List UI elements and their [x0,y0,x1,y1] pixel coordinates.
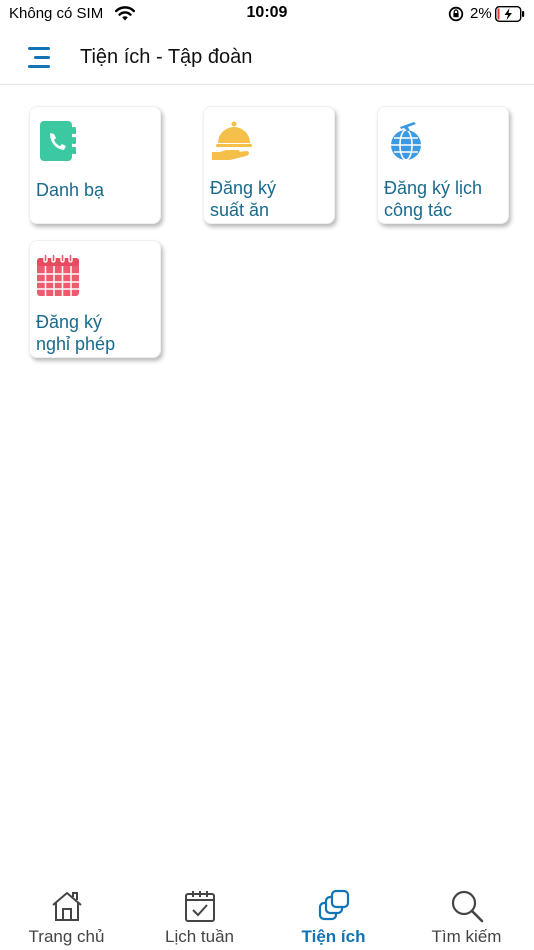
tile-danh-ba[interactable]: Danh bạ [29,106,161,224]
bottom-nav: Trang chủ Lịch tuần Tiện ích Tìm kiếm [0,876,534,950]
tile-dang-ky-lich-cong-tac[interactable]: Đăng ký lịch công tác [377,106,509,224]
battery-percent: 2% [470,5,492,22]
calendar-icon [37,253,79,296]
meal-cloche-icon [212,121,252,160]
home-icon [51,892,82,921]
tile-label: Đăng ký suất ăn [210,177,332,221]
calendar-check-icon [184,891,215,922]
hamburger-menu-icon [28,47,50,50]
tile-label-line: Đăng ký lịch [384,178,483,198]
nav-label: Lịch tuần [165,927,234,946]
tile-label: Danh bạ [36,179,158,201]
rotation-lock-icon [448,6,464,22]
nav-label: Trang chủ [28,927,105,946]
nav-item-trang-chu[interactable]: Trang chủ [0,876,133,950]
address-book-icon [40,121,76,161]
nav-item-lich-tuan[interactable]: Lịch tuần [133,876,266,950]
nav-label: Tìm kiếm [431,927,502,946]
nav-label: Tiện ích [301,927,366,946]
tile-dang-ky-suat-an[interactable]: Đăng ký suất ăn [203,106,335,224]
nav-item-tien-ich[interactable]: Tiện ích [267,876,400,950]
tile-label-line: Danh bạ [36,180,105,200]
battery-charging-icon [495,6,525,22]
tile-label-line: suất ăn [210,200,270,220]
app-header: Tiện ích - Tập đoàn [0,30,534,85]
tile-label-line: Đăng ký [36,312,103,332]
hamburger-line [34,56,50,59]
menu-button[interactable] [24,43,54,73]
tile-dang-ky-nghi-phep[interactable]: Đăng ký nghỉ phép [29,240,161,358]
tile-label: Đăng ký lịch công tác [384,177,506,221]
page-title: Tiện ích - Tập đoàn [80,46,253,68]
nav-item-tim-kiem[interactable]: Tìm kiếm [400,876,533,950]
tile-label-line: nghỉ phép [36,334,116,354]
tile-label-line: công tác [384,200,453,220]
status-bar: Không có SIM 10:09 2% [0,0,534,30]
tile-label: Đăng ký nghỉ phép [36,311,158,355]
search-icon [451,890,483,923]
hamburger-line [28,65,50,68]
tile-label-line: Đăng ký [210,178,277,198]
globe-plane-icon [391,122,421,161]
utilities-icon [318,889,349,921]
